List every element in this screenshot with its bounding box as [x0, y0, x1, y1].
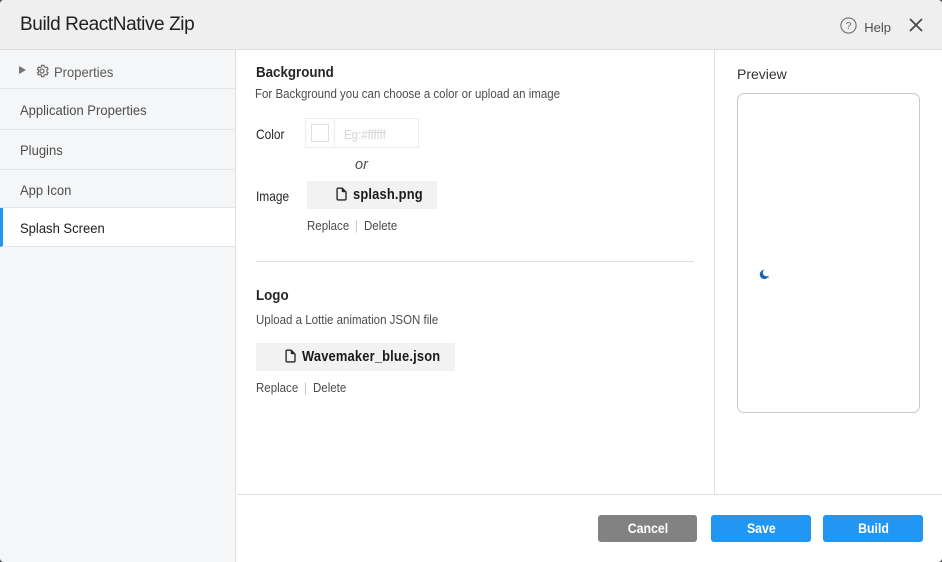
- svg-text:?: ?: [846, 20, 852, 32]
